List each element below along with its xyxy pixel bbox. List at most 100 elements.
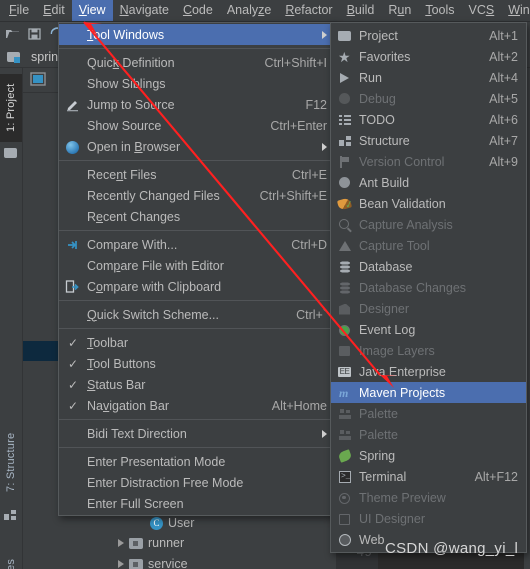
tool-window-item-capture-tool[interactable]: Capture Tool: [331, 235, 526, 256]
tool-window-item-version-control[interactable]: Version Control Alt+9: [331, 151, 526, 172]
sidebar-item-structure[interactable]: 7: Structure: [0, 420, 22, 504]
view-menu-item-jump-to-source[interactable]: Jump to Source F12: [59, 94, 335, 115]
menu-item-label: Version Control: [359, 154, 445, 169]
menu-separator: [59, 419, 335, 420]
blank-icon: [65, 55, 81, 71]
tool-window-item-designer[interactable]: Designer: [331, 298, 526, 319]
tool-window-item-java-enterprise[interactable]: EE Java Enterprise: [331, 361, 526, 382]
theme-preview-icon: [337, 490, 353, 506]
tool-window-item-bean-validation[interactable]: Bean Validation: [331, 193, 526, 214]
tool-window-item-spring[interactable]: Spring: [331, 445, 526, 466]
menubar-item-tools[interactable]: Tools: [418, 0, 461, 21]
menu-item-shortcut: Alt+4: [489, 70, 518, 85]
view-menu-item-bidi-text-direction[interactable]: Bidi Text Direction: [59, 423, 335, 444]
view-menu-item-open-in-browser[interactable]: Open in Browser: [59, 136, 335, 157]
tool-window-item-database-changes[interactable]: Database Changes: [331, 277, 526, 298]
chevron-right-icon[interactable]: [118, 560, 124, 568]
tool-window-item-palette[interactable]: Palette: [331, 403, 526, 424]
menubar-item-code[interactable]: Code: [176, 0, 220, 21]
view-menu-item-quick-definition[interactable]: Quick Definition Ctrl+Shift+I: [59, 52, 335, 73]
pencil-icon: [65, 97, 81, 113]
view-menu-item-show-source[interactable]: Show Source Ctrl+Enter: [59, 115, 335, 136]
menubar-item-view[interactable]: View: [71, 0, 113, 21]
project-panel-icon: [30, 72, 46, 86]
menu-item-label: Theme Preview: [359, 490, 446, 505]
menubar-item-label: File: [9, 3, 30, 17]
list-item[interactable]: C User: [150, 514, 194, 532]
menubar-item-refactor[interactable]: Refactor: [278, 0, 339, 21]
tool-window-item-run[interactable]: Run Alt+4: [331, 67, 526, 88]
tool-window-item-ui-designer[interactable]: UI Designer: [331, 508, 526, 529]
menubar-item-label: Run: [388, 3, 412, 17]
menubar-item-analyze[interactable]: Analyze: [220, 0, 278, 21]
menu-item-shortcut: Alt+F12: [474, 469, 518, 484]
menu-separator: [59, 48, 335, 49]
tool-window-item-debug[interactable]: Debug Alt+5: [331, 88, 526, 109]
list-item[interactable]: runner: [118, 534, 184, 552]
view-menu-item-enter-full-screen[interactable]: Enter Full Screen: [59, 493, 335, 514]
tool-window-item-theme-preview[interactable]: Theme Preview: [331, 487, 526, 508]
menu-item-label: Ant Build: [359, 175, 410, 190]
tool-window-item-structure[interactable]: Structure Alt+7: [331, 130, 526, 151]
view-menu-item-navigation-bar[interactable]: ✓ Navigation Bar Alt+Home: [59, 395, 335, 416]
view-menu-item-enter-distraction-free-mode[interactable]: Enter Distraction Free Mode: [59, 472, 335, 493]
tool-window-item-image-layers[interactable]: Image Layers: [331, 340, 526, 361]
tool-window-item-terminal[interactable]: >_ Terminal Alt+F12: [331, 466, 526, 487]
tool-window-item-todo[interactable]: TODO Alt+6: [331, 109, 526, 130]
tool-window-item-ant-build[interactable]: Ant Build: [331, 172, 526, 193]
chevron-right-icon[interactable]: [118, 539, 124, 547]
menu-item-label: Tool Buttons: [87, 356, 156, 371]
save-all-icon[interactable]: [26, 25, 44, 43]
designer-icon: [337, 301, 353, 317]
menu-item-label: Database: [359, 259, 413, 274]
sidebar-item-project[interactable]: 1: Project: [0, 74, 22, 142]
blank-icon: [65, 258, 81, 274]
spring-icon: [337, 448, 353, 464]
view-menu-item-recent-files[interactable]: Recent Files Ctrl+E: [59, 164, 335, 185]
view-menu-item-recently-changed-files[interactable]: Recently Changed Files Ctrl+Shift+E: [59, 185, 335, 206]
view-menu-item-tool-windows[interactable]: Tool Windows: [59, 24, 335, 45]
star-icon: ★: [338, 48, 351, 65]
view-menu-item-tool-buttons[interactable]: ✓ Tool Buttons: [59, 353, 335, 374]
menubar-item-vcs[interactable]: VCS: [462, 0, 502, 21]
tool-window-item-maven-projects[interactable]: m Maven Projects: [331, 382, 526, 403]
menu-item-label: TODO: [359, 112, 395, 127]
view-menu-item-quick-switch-scheme[interactable]: Quick Switch Scheme... Ctrl+`: [59, 304, 335, 325]
menubar-item-run[interactable]: Run: [381, 0, 418, 21]
tool-window-item-palette[interactable]: Palette: [331, 424, 526, 445]
view-menu-item-compare-file-with-editor[interactable]: Compare File with Editor: [59, 255, 335, 276]
view-menu-item-compare-with-clipboard[interactable]: Compare with Clipboard: [59, 276, 335, 297]
list-icon: [337, 112, 353, 128]
view-menu-item-compare-with[interactable]: Compare With... Ctrl+D: [59, 234, 335, 255]
sidebar-item-favorites[interactable]: Favorites: [0, 546, 22, 569]
tree-selected-row[interactable]: [23, 341, 59, 361]
ui-designer-icon: [337, 511, 353, 527]
tool-window-item-favorites[interactable]: ★ Favorites Alt+2: [331, 46, 526, 67]
menu-item-label: Run: [359, 70, 382, 85]
view-menu-item-recent-changes[interactable]: Recent Changes: [59, 206, 335, 227]
menu-separator: [59, 230, 335, 231]
open-folder-icon[interactable]: [4, 25, 22, 43]
menubar-item-window[interactable]: Window: [501, 0, 530, 21]
palette-icon: [337, 406, 353, 422]
view-menu-item-enter-presentation-mode[interactable]: Enter Presentation Mode: [59, 451, 335, 472]
view-menu-item-toolbar[interactable]: ✓ Toolbar: [59, 332, 335, 353]
list-item[interactable]: service: [118, 555, 188, 569]
menu-item-label: Open in Browser: [87, 139, 181, 154]
menu-item-shortcut: Alt+5: [489, 91, 518, 106]
tool-window-item-project[interactable]: Project Alt+1: [331, 25, 526, 46]
tool-window-item-capture-analysis[interactable]: Capture Analysis: [331, 214, 526, 235]
submenu-arrow-icon: [322, 30, 327, 39]
menu-item-shortcut: Ctrl+E: [291, 167, 327, 182]
menubar-item-edit[interactable]: Edit: [36, 0, 72, 21]
menubar-item-navigate[interactable]: Navigate: [113, 0, 176, 21]
view-menu-item-show-siblings[interactable]: Show Siblings: [59, 73, 335, 94]
branch-icon: [337, 154, 353, 170]
menubar-item-label: Window: [508, 3, 530, 17]
menu-item-label: Navigation Bar: [87, 398, 169, 413]
menubar-item-build[interactable]: Build: [340, 0, 382, 21]
tool-window-item-event-log[interactable]: Event Log: [331, 319, 526, 340]
tool-window-item-database[interactable]: Database: [331, 256, 526, 277]
menubar-item-file[interactable]: File: [2, 0, 36, 21]
view-menu-item-status-bar[interactable]: ✓ Status Bar: [59, 374, 335, 395]
